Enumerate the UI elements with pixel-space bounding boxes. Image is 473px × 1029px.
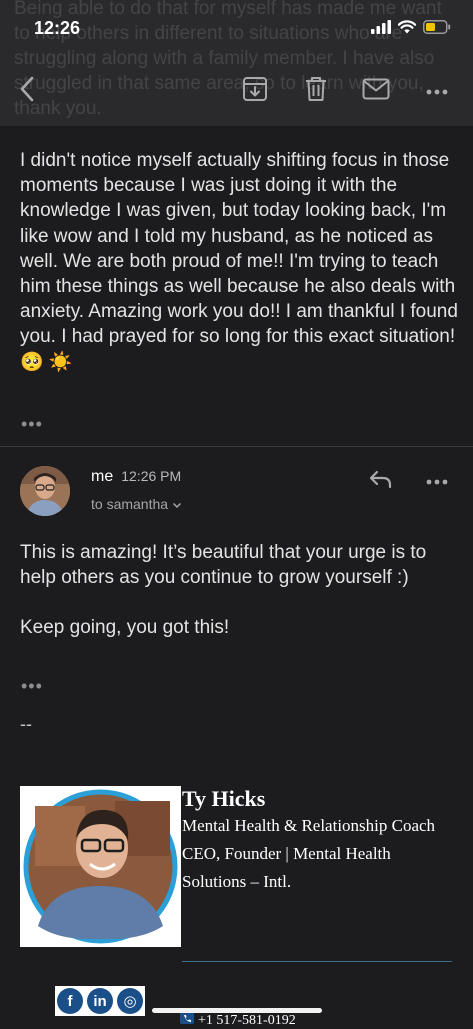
signature-rule	[182, 961, 452, 962]
phone-icon	[180, 1012, 194, 1029]
signal-icon	[371, 19, 391, 39]
reply-icon	[368, 469, 394, 494]
phone-number: +1 517-581-0192	[198, 1012, 296, 1028]
mail-button[interactable]	[359, 74, 393, 108]
archive-icon	[242, 76, 268, 107]
reply-button[interactable]	[364, 464, 398, 498]
quoted-text-expand[interactable]: •••	[21, 676, 43, 697]
status-time: 12:26	[34, 18, 81, 38]
top-navigation-bar: Being able to do that for myself has mad…	[0, 0, 473, 126]
ellipsis-icon	[426, 472, 448, 490]
more-options-button[interactable]	[420, 74, 454, 108]
sender-name[interactable]: me	[91, 468, 113, 485]
avatar[interactable]	[20, 466, 70, 516]
sender-line: me 12:26 PM	[91, 468, 181, 486]
signature-block: Ty Hicks Mental Health & Relationship Co…	[182, 786, 452, 896]
linkedin-icon[interactable]: in	[87, 988, 113, 1014]
battery-icon	[423, 19, 451, 39]
wifi-icon	[397, 19, 417, 39]
message-body-paragraph: This is amazing! It’s beautiful that you…	[20, 542, 427, 589]
envelope-icon	[362, 78, 390, 105]
message-divider	[0, 446, 473, 447]
signature-company: CEO, Founder | Mental Health Solutions –…	[182, 844, 391, 891]
chevron-left-icon	[17, 75, 37, 108]
previous-message-body: I didn't notice myself actually shifting…	[20, 150, 458, 373]
delete-button[interactable]	[299, 74, 333, 108]
signature-separator: --	[20, 714, 32, 734]
archive-button[interactable]	[238, 74, 272, 108]
back-button[interactable]	[10, 74, 44, 108]
instagram-icon[interactable]: ◎	[117, 988, 143, 1014]
social-links: f in ◎	[55, 986, 145, 1016]
signature-name: Ty Hicks	[182, 786, 266, 811]
facebook-icon[interactable]: f	[57, 988, 83, 1014]
home-indicator[interactable]	[152, 1008, 322, 1013]
chevron-down-icon	[172, 496, 182, 512]
status-icons	[371, 18, 451, 40]
signature-title: Mental Health & Relationship Coach	[182, 816, 436, 835]
previous-message-expand[interactable]: •••	[21, 414, 43, 435]
recipient-label: to samantha	[91, 496, 169, 512]
message-time: 12:26 PM	[121, 468, 182, 484]
signature-photo	[20, 786, 181, 947]
message-body: This is amazing! It’s beautiful that you…	[20, 540, 460, 641]
recipient-toggle[interactable]: to samantha	[91, 496, 182, 512]
signature-phone[interactable]: +1 517-581-0192	[180, 1012, 296, 1029]
message-body-paragraph: Keep going, you got this!	[20, 617, 230, 639]
ellipsis-icon	[426, 82, 448, 100]
trash-icon	[304, 76, 328, 107]
message-more-button[interactable]	[420, 464, 454, 498]
